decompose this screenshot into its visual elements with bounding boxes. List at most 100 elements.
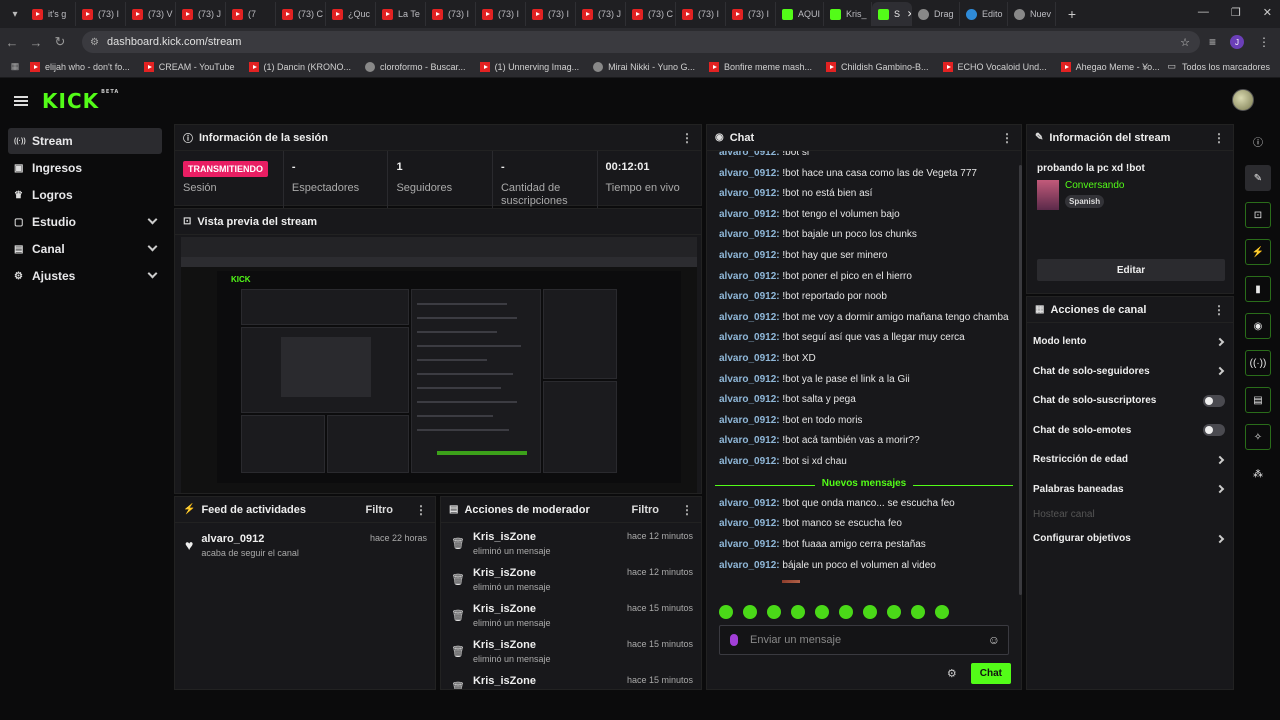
edit-tool-icon[interactable]: ✎: [1245, 165, 1271, 191]
wrench-tool-icon[interactable]: ✧: [1245, 424, 1271, 450]
browser-tab[interactable]: Edito: [960, 2, 1008, 26]
feed-filter-button[interactable]: Filtro: [366, 504, 394, 516]
browser-tab[interactable]: (73) J: [576, 2, 626, 26]
menu-icon[interactable]: [14, 96, 28, 106]
share-tool-icon[interactable]: ⁂: [1245, 461, 1271, 487]
browser-tab[interactable]: (73) I: [676, 2, 726, 26]
capture-tool-icon[interactable]: ⊡: [1245, 202, 1271, 228]
chat-username[interactable]: alvaro_0912:: [719, 374, 780, 385]
all-bookmarks[interactable]: » ▭ Todos los marcadores: [1142, 61, 1270, 72]
feed-username[interactable]: alvaro_0912: [201, 533, 299, 545]
browser-menu-icon[interactable]: ⋮: [1258, 35, 1270, 49]
chat-username[interactable]: alvaro_0912:: [719, 250, 780, 261]
new-messages-divider[interactable]: Nuevos mensajes: [715, 478, 1013, 492]
bookmark-item[interactable]: (1) Dancin (KRONO...: [248, 61, 351, 72]
user-avatar[interactable]: [1232, 89, 1254, 111]
bookmark-item[interactable]: CREAM - YouTube: [143, 61, 235, 72]
sidebar-item-stream[interactable]: ((·)) Stream: [8, 128, 162, 154]
browser-tab[interactable]: Nuev: [1008, 2, 1056, 26]
chat-username[interactable]: alvaro_0912:: [719, 229, 780, 240]
chat-settings-icon[interactable]: ⚙: [947, 667, 957, 680]
sidebar-item-logros[interactable]: ♛ Logros: [8, 182, 162, 208]
browser-tab[interactable]: (73) I: [476, 2, 526, 26]
media-icon[interactable]: ≡: [1209, 35, 1216, 49]
mod-username[interactable]: Kris_isZone: [473, 531, 551, 543]
chat-username[interactable]: alvaro_0912:: [719, 168, 780, 179]
chat-username[interactable]: alvaro_0912:: [719, 312, 780, 323]
stream-preview-video[interactable]: KICK: [181, 237, 697, 493]
chat-message[interactable]: alvaro_0912: !bot salta y pega: [719, 394, 856, 405]
chat-tool-icon[interactable]: ◉: [1245, 313, 1271, 339]
emote-icon[interactable]: [911, 605, 925, 619]
browser-tab[interactable]: (7: [226, 2, 276, 26]
mod-username[interactable]: Kris_isZone: [473, 603, 551, 615]
sidebar-item-ingresos[interactable]: ▣ Ingresos: [8, 155, 162, 181]
browser-tab[interactable]: AQUI: [776, 2, 824, 26]
new-tab-button[interactable]: +: [1062, 6, 1082, 22]
sidebar-item-estudio[interactable]: ▢ Estudio: [8, 209, 162, 235]
chevron-down-icon[interactable]: [147, 214, 158, 225]
channel-action-item[interactable]: Chat de solo-seguidores: [1027, 357, 1233, 387]
chat-username[interactable]: alvaro_0912:: [719, 151, 780, 158]
bookmark-item[interactable]: (1) Unnerving Imag...: [479, 61, 579, 72]
browser-tab[interactable]: S✕: [872, 2, 912, 26]
bookmark-item[interactable]: elijah who - don't fo...: [30, 61, 130, 72]
chat-message[interactable]: alvaro_0912: !bot tengo el volumen bajo: [719, 209, 900, 220]
browser-tab[interactable]: ¿Quc: [326, 2, 376, 26]
chat-username[interactable]: alvaro_0912:: [719, 271, 780, 282]
stream-info-menu-icon[interactable]: ⋮: [1213, 131, 1225, 145]
toggle-switch[interactable]: [1203, 394, 1225, 407]
chat-username[interactable]: alvaro_0912:: [719, 332, 780, 343]
category-thumbnail[interactable]: [1037, 180, 1059, 210]
chat-send-button[interactable]: Chat: [970, 663, 1011, 684]
layout-tool-icon[interactable]: ▤: [1245, 387, 1271, 413]
chat-message[interactable]: alvaro_0912: !bot seguí así que vas a ll…: [719, 332, 965, 343]
broadcast-tool-icon[interactable]: ((·)): [1245, 350, 1271, 376]
feed-menu-icon[interactable]: ⋮: [415, 503, 427, 517]
mod-username[interactable]: Kris_isZone: [473, 675, 536, 687]
bookmark-item[interactable]: cloroformo - Buscar...: [365, 61, 466, 72]
emote-icon[interactable]: [887, 605, 901, 619]
bookmark-item[interactable]: Childish Gambino-B...: [826, 61, 929, 72]
browser-tab[interactable]: it's g: [26, 2, 76, 26]
bolt-tool-icon[interactable]: ⚡: [1245, 239, 1271, 265]
chat-username[interactable]: alvaro_0912:: [719, 456, 780, 467]
chat-message[interactable]: alvaro_0912: !bot poner el pico en el hi…: [719, 271, 912, 282]
profile-avatar[interactable]: J: [1230, 35, 1244, 49]
chat-message[interactable]: alvaro_0912: !bot si xd chau: [719, 456, 847, 467]
chat-message[interactable]: alvaro_0912: !bot bajale un poco los chu…: [719, 229, 917, 240]
chat-message[interactable]: alvaro_0912: !bot acá también vas a mori…: [719, 435, 920, 446]
browser-tab[interactable]: Drag: [912, 2, 960, 26]
chat-message[interactable]: alvaro_0912: !bot no está bien así: [719, 188, 872, 199]
sidebar-item-ajustes[interactable]: ⚙ Ajustes: [8, 263, 162, 289]
channel-action-item[interactable]: Chat de solo-suscriptores: [1027, 386, 1233, 416]
emote-icon[interactable]: [935, 605, 949, 619]
emote-icon[interactable]: [863, 605, 877, 619]
chat-message[interactable]: alvaro_0912: !bot manco se escucha feo: [719, 518, 902, 529]
emote-icon[interactable]: [719, 605, 733, 619]
emote-icon[interactable]: [743, 605, 757, 619]
mod-username[interactable]: Kris_isZone: [473, 639, 551, 651]
back-icon[interactable]: ←: [0, 35, 24, 50]
browser-tab[interactable]: La Te: [376, 2, 426, 26]
chat-message[interactable]: alvaro_0912: !bot ya le pase el link a l…: [719, 374, 910, 385]
bookmark-item[interactable]: Bonfire meme mash...: [708, 61, 812, 72]
chat-message[interactable]: alvaro_0912: !bot si: [719, 151, 809, 158]
info-tool-icon[interactable]: ⓘ: [1245, 128, 1271, 154]
restore-icon[interactable]: ❐: [1231, 6, 1241, 19]
chat-message[interactable]: alvaro_0912:: [719, 580, 800, 583]
reload-icon[interactable]: ↻: [48, 34, 72, 50]
mod-menu-icon[interactable]: ⋮: [681, 503, 693, 517]
channel-action-item[interactable]: Modo lento: [1027, 327, 1233, 357]
chat-username[interactable]: alvaro_0912:: [719, 498, 780, 509]
close-icon[interactable]: ✕: [1263, 6, 1272, 19]
chat-username[interactable]: alvaro_0912:: [719, 560, 780, 571]
channel-action-item[interactable]: Palabras baneadas: [1027, 475, 1233, 505]
emoji-icon[interactable]: ☺: [988, 633, 1000, 647]
chat-messages[interactable]: alvaro_0912: !bot si alvaro_0912: !bot ha…: [707, 151, 1017, 583]
mod-filter-button[interactable]: Filtro: [632, 504, 660, 516]
emote-icon[interactable]: [767, 605, 781, 619]
stream-category[interactable]: Conversando: [1065, 180, 1124, 191]
chat-username[interactable]: alvaro_0912:: [719, 415, 780, 426]
emote-icon[interactable]: [791, 605, 805, 619]
